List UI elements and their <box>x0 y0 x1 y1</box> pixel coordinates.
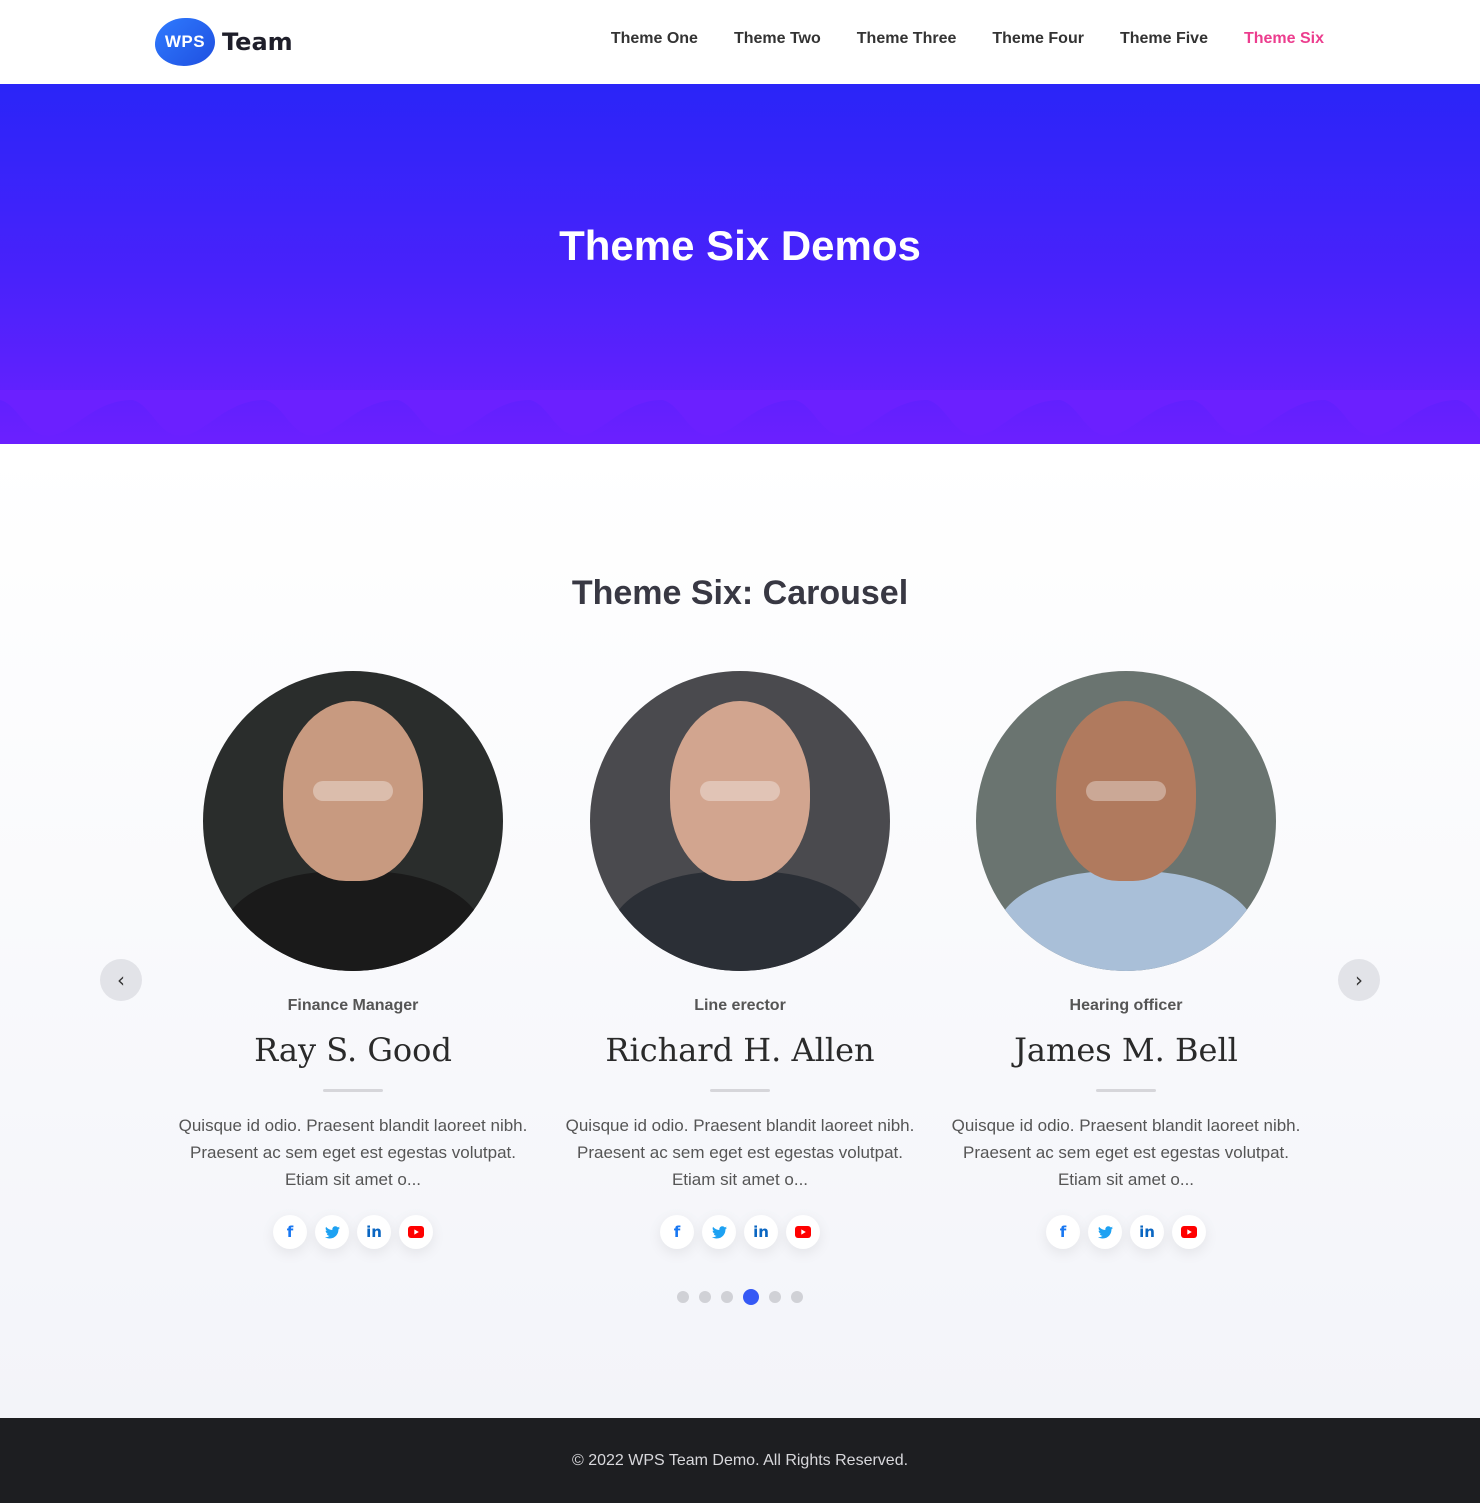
twitter-icon[interactable] <box>315 1215 349 1249</box>
carousel-prev-button[interactable]: ‹ <box>100 959 142 1001</box>
linkedin-icon[interactable]: in <box>357 1215 391 1249</box>
member-name: James M. Bell <box>1014 1031 1238 1069</box>
site-logo[interactable]: WPS Team <box>155 18 293 66</box>
carousel-dot-6[interactable] <box>791 1291 803 1303</box>
nav-theme-four[interactable]: Theme Four <box>992 30 1084 48</box>
divider <box>1096 1089 1156 1092</box>
carousel-dot-5[interactable] <box>769 1291 781 1303</box>
main-nav: Theme One Theme Two Theme Three Theme Fo… <box>611 30 1324 48</box>
copyright-text: © 2022 WPS Team Demo. All Rights Reserve… <box>571 1452 909 1469</box>
nav-theme-six[interactable]: Theme Six <box>1244 30 1324 48</box>
avatar <box>203 671 503 971</box>
divider <box>323 1089 383 1092</box>
logo-text: Team <box>222 28 293 56</box>
carousel-dot-2[interactable] <box>699 1291 711 1303</box>
divider <box>710 1089 770 1092</box>
carousel-dot-1[interactable] <box>677 1291 689 1303</box>
member-role: Line erector <box>694 997 786 1014</box>
carousel-pagination <box>0 1289 1480 1305</box>
carousel-section: Theme Six: Carousel ‹ › Finance Manager … <box>0 450 1480 1418</box>
carousel-dot-4[interactable] <box>743 1289 759 1305</box>
hero-wave <box>0 390 1480 436</box>
facebook-icon[interactable]: f <box>1046 1215 1080 1249</box>
twitter-icon[interactable] <box>702 1215 736 1249</box>
avatar <box>976 671 1276 971</box>
twitter-icon[interactable] <box>1088 1215 1122 1249</box>
member-name: Ray S. Good <box>254 1031 452 1069</box>
site-header: WPS Team Theme One Theme Two Theme Three… <box>0 0 1480 84</box>
chevron-left-icon: ‹ <box>117 968 125 992</box>
member-role: Finance Manager <box>287 997 419 1014</box>
chevron-right-icon: › <box>1355 968 1363 992</box>
nav-theme-five[interactable]: Theme Five <box>1120 30 1208 48</box>
linkedin-icon[interactable]: in <box>1130 1215 1164 1249</box>
youtube-icon[interactable] <box>399 1215 433 1249</box>
carousel-dot-3[interactable] <box>721 1291 733 1303</box>
nav-theme-one[interactable]: Theme One <box>611 30 698 48</box>
member-name: Richard H. Allen <box>605 1031 875 1069</box>
facebook-icon[interactable]: f <box>660 1215 694 1249</box>
member-description: Quisque id odio. Praesent blandit laoree… <box>951 1116 1301 1189</box>
logo-badge: WPS <box>155 18 215 66</box>
hero-title: Theme Six Demos <box>559 222 921 269</box>
member-description: Quisque id odio. Praesent blandit laoree… <box>565 1116 915 1189</box>
nav-theme-three[interactable]: Theme Three <box>857 30 957 48</box>
carousel-next-button[interactable]: › <box>1338 959 1380 1001</box>
team-member-card: Hearing officer James M. Bell Quisque id… <box>946 671 1306 1249</box>
member-description: Quisque id odio. Praesent blandit laoree… <box>178 1116 528 1189</box>
team-member-card: Line erector Richard H. Allen Quisque id… <box>560 671 920 1249</box>
section-title: Theme Six: Carousel <box>571 574 909 612</box>
member-role: Hearing officer <box>1069 997 1183 1014</box>
facebook-icon[interactable]: f <box>273 1215 307 1249</box>
youtube-icon[interactable] <box>786 1215 820 1249</box>
social-links: f in <box>560 1215 920 1249</box>
nav-theme-two[interactable]: Theme Two <box>734 30 821 48</box>
team-member-card: Finance Manager Ray S. Good Quisque id o… <box>173 671 533 1249</box>
linkedin-icon[interactable]: in <box>744 1215 778 1249</box>
youtube-icon[interactable] <box>1172 1215 1206 1249</box>
site-footer: © 2022 WPS Team Demo. All Rights Reserve… <box>0 1418 1480 1503</box>
social-links: f in <box>946 1215 1306 1249</box>
social-links: f in <box>173 1215 533 1249</box>
avatar <box>590 671 890 971</box>
